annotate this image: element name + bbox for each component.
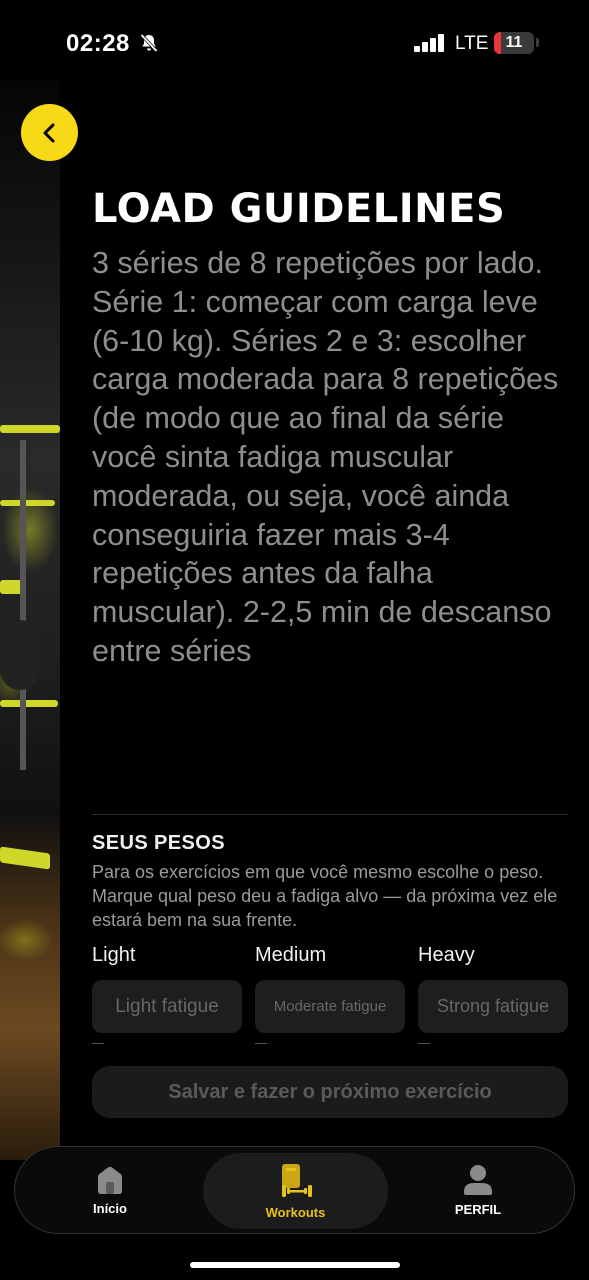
tab-workouts[interactable]: Workouts (203, 1153, 388, 1229)
heavy-weight-placeholder: Strong fatigue (436, 996, 550, 1016)
weight-light: Light Light fatigue (92, 944, 242, 1044)
medium-weight-value-dash (255, 1043, 267, 1044)
network-label: LTE (455, 33, 489, 54)
heavy-weight-input[interactable]: Strong fatigue (418, 980, 568, 1033)
tab-label-perfil: PERFIL (454, 1201, 502, 1217)
weight-label-heavy: Heavy (418, 944, 475, 966)
weights-description: Para os exercícios em que você mesmo esc… (92, 862, 558, 930)
weights-title: SEUS PESOS (92, 832, 225, 854)
cellular-signal-icon (414, 34, 446, 52)
medium-weight-placeholder: Moderate fatigue (273, 998, 387, 1015)
back-button[interactable] (21, 104, 78, 161)
home-icon (98, 1166, 122, 1194)
chevron-left-icon (43, 123, 54, 142)
screen: 02:28 LTE 11 LOAD GUIDELINES 3 séries de… (0, 0, 589, 1280)
weight-heavy: Heavy Strong fatigue (418, 944, 568, 1044)
home-indicator[interactable] (190, 1262, 400, 1268)
section-title: LOAD GUIDELINES (92, 186, 506, 232)
person-icon (464, 1164, 492, 1195)
weight-medium: Medium Moderate fatigue (255, 944, 405, 1044)
divider (92, 814, 568, 815)
heavy-weight-value-dash (418, 1043, 430, 1044)
light-weight-placeholder: Light fatigue (115, 995, 219, 1017)
dumbbell-icon (281, 1163, 312, 1197)
battery-cap (536, 38, 539, 47)
background-gym-photo (0, 80, 60, 1160)
bottom-tab-bar: Início Workouts PERFIL (14, 1146, 575, 1234)
load-guidelines-text: 3 séries de 8 repetições por lado. Série… (92, 246, 559, 668)
status-bar: 02:28 LTE 11 (0, 0, 589, 88)
battery-icon: 11 (494, 32, 534, 54)
exercise-details-panel: LOAD GUIDELINES 3 séries de 8 repetições… (60, 160, 589, 1150)
medium-weight-input[interactable]: Moderate fatigue (255, 980, 405, 1033)
light-weight-input[interactable]: Light fatigue (92, 980, 242, 1033)
battery-level-text: 11 (505, 34, 523, 51)
save-and-next-button[interactable]: Salvar e fazer o próximo exercício (92, 1066, 568, 1118)
tab-inicio[interactable]: Início (55, 1147, 165, 1233)
light-weight-value-dash (92, 1043, 104, 1044)
bell-slash-icon (140, 33, 158, 53)
status-time: 02:28 (66, 30, 130, 57)
weight-label-light: Light (92, 944, 136, 966)
weight-label-medium: Medium (255, 944, 327, 966)
tab-label-inicio: Início (93, 1200, 127, 1216)
tab-perfil[interactable]: PERFIL (423, 1147, 533, 1233)
tab-label-workouts: Workouts (265, 1204, 326, 1220)
